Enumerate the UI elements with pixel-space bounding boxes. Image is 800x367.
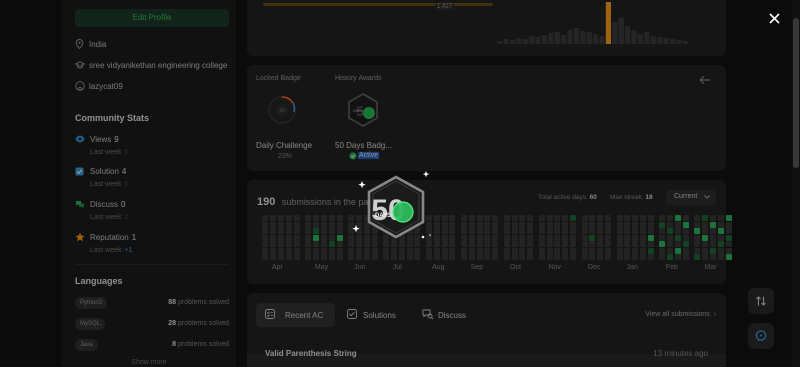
- sparkle-icon: [421, 235, 425, 239]
- sparkle-icon: [429, 234, 431, 236]
- close-icon[interactable]: [768, 12, 781, 25]
- sparkle-icon: [358, 181, 366, 189]
- sparkle-icon: [422, 171, 430, 178]
- fifty-days-badge-large: 50 DAYS: [352, 171, 431, 239]
- sparkle-icon: [352, 225, 360, 233]
- badge-unit: DAYS: [375, 213, 391, 219]
